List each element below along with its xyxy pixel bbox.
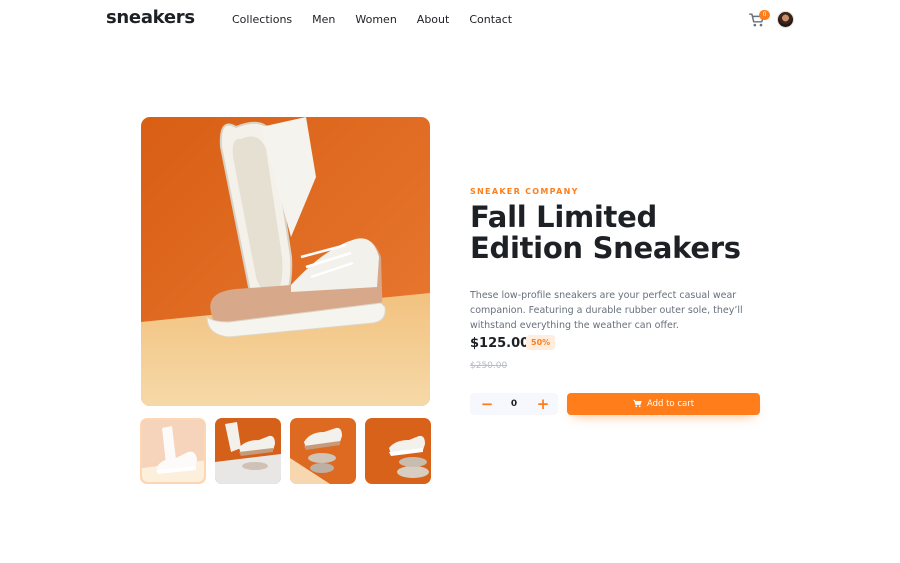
increase-quantity-button[interactable]: + — [531, 393, 555, 415]
header: sneakers Collections Men Women About Con… — [0, 0, 900, 40]
nav-women[interactable]: Women — [355, 13, 396, 26]
nav-men[interactable]: Men — [312, 13, 335, 26]
cart-icon — [633, 395, 642, 413]
thumbnail-active-overlay — [142, 420, 204, 482]
cart-count-badge: 0 — [759, 10, 770, 20]
thumbnail-4[interactable] — [365, 418, 431, 484]
main-nav: Collections Men Women About Contact — [232, 13, 532, 26]
current-price: $125.00 — [470, 336, 530, 351]
nav-contact[interactable]: Contact — [469, 13, 512, 26]
company-label: SNEAKER COMPANY — [470, 187, 579, 196]
add-to-cart-label: Add to cart — [646, 399, 695, 409]
main-product-image[interactable] — [141, 117, 430, 406]
decrease-quantity-button[interactable]: − — [475, 393, 499, 415]
logo[interactable]: sneakers — [106, 7, 195, 28]
product-description: These low-profile sneakers are your perf… — [470, 290, 743, 331]
original-price: $250.00 — [470, 361, 508, 371]
nav-about[interactable]: About — [417, 13, 450, 26]
quantity-stepper: − 0 + — [470, 393, 558, 415]
thumbnail-2[interactable] — [215, 418, 281, 484]
thumbnail-strip — [140, 418, 431, 484]
product-title: Fall Limited Edition Sneakers — [470, 200, 741, 265]
nav-collections[interactable]: Collections — [232, 13, 292, 26]
discount-badge: 50% — [526, 335, 556, 350]
add-to-cart-button[interactable]: Add to cart — [567, 393, 760, 415]
avatar[interactable] — [777, 11, 794, 28]
thumbnail-1[interactable] — [140, 418, 206, 484]
quantity-value: 0 — [510, 399, 518, 409]
thumbnail-3[interactable] — [290, 418, 356, 484]
